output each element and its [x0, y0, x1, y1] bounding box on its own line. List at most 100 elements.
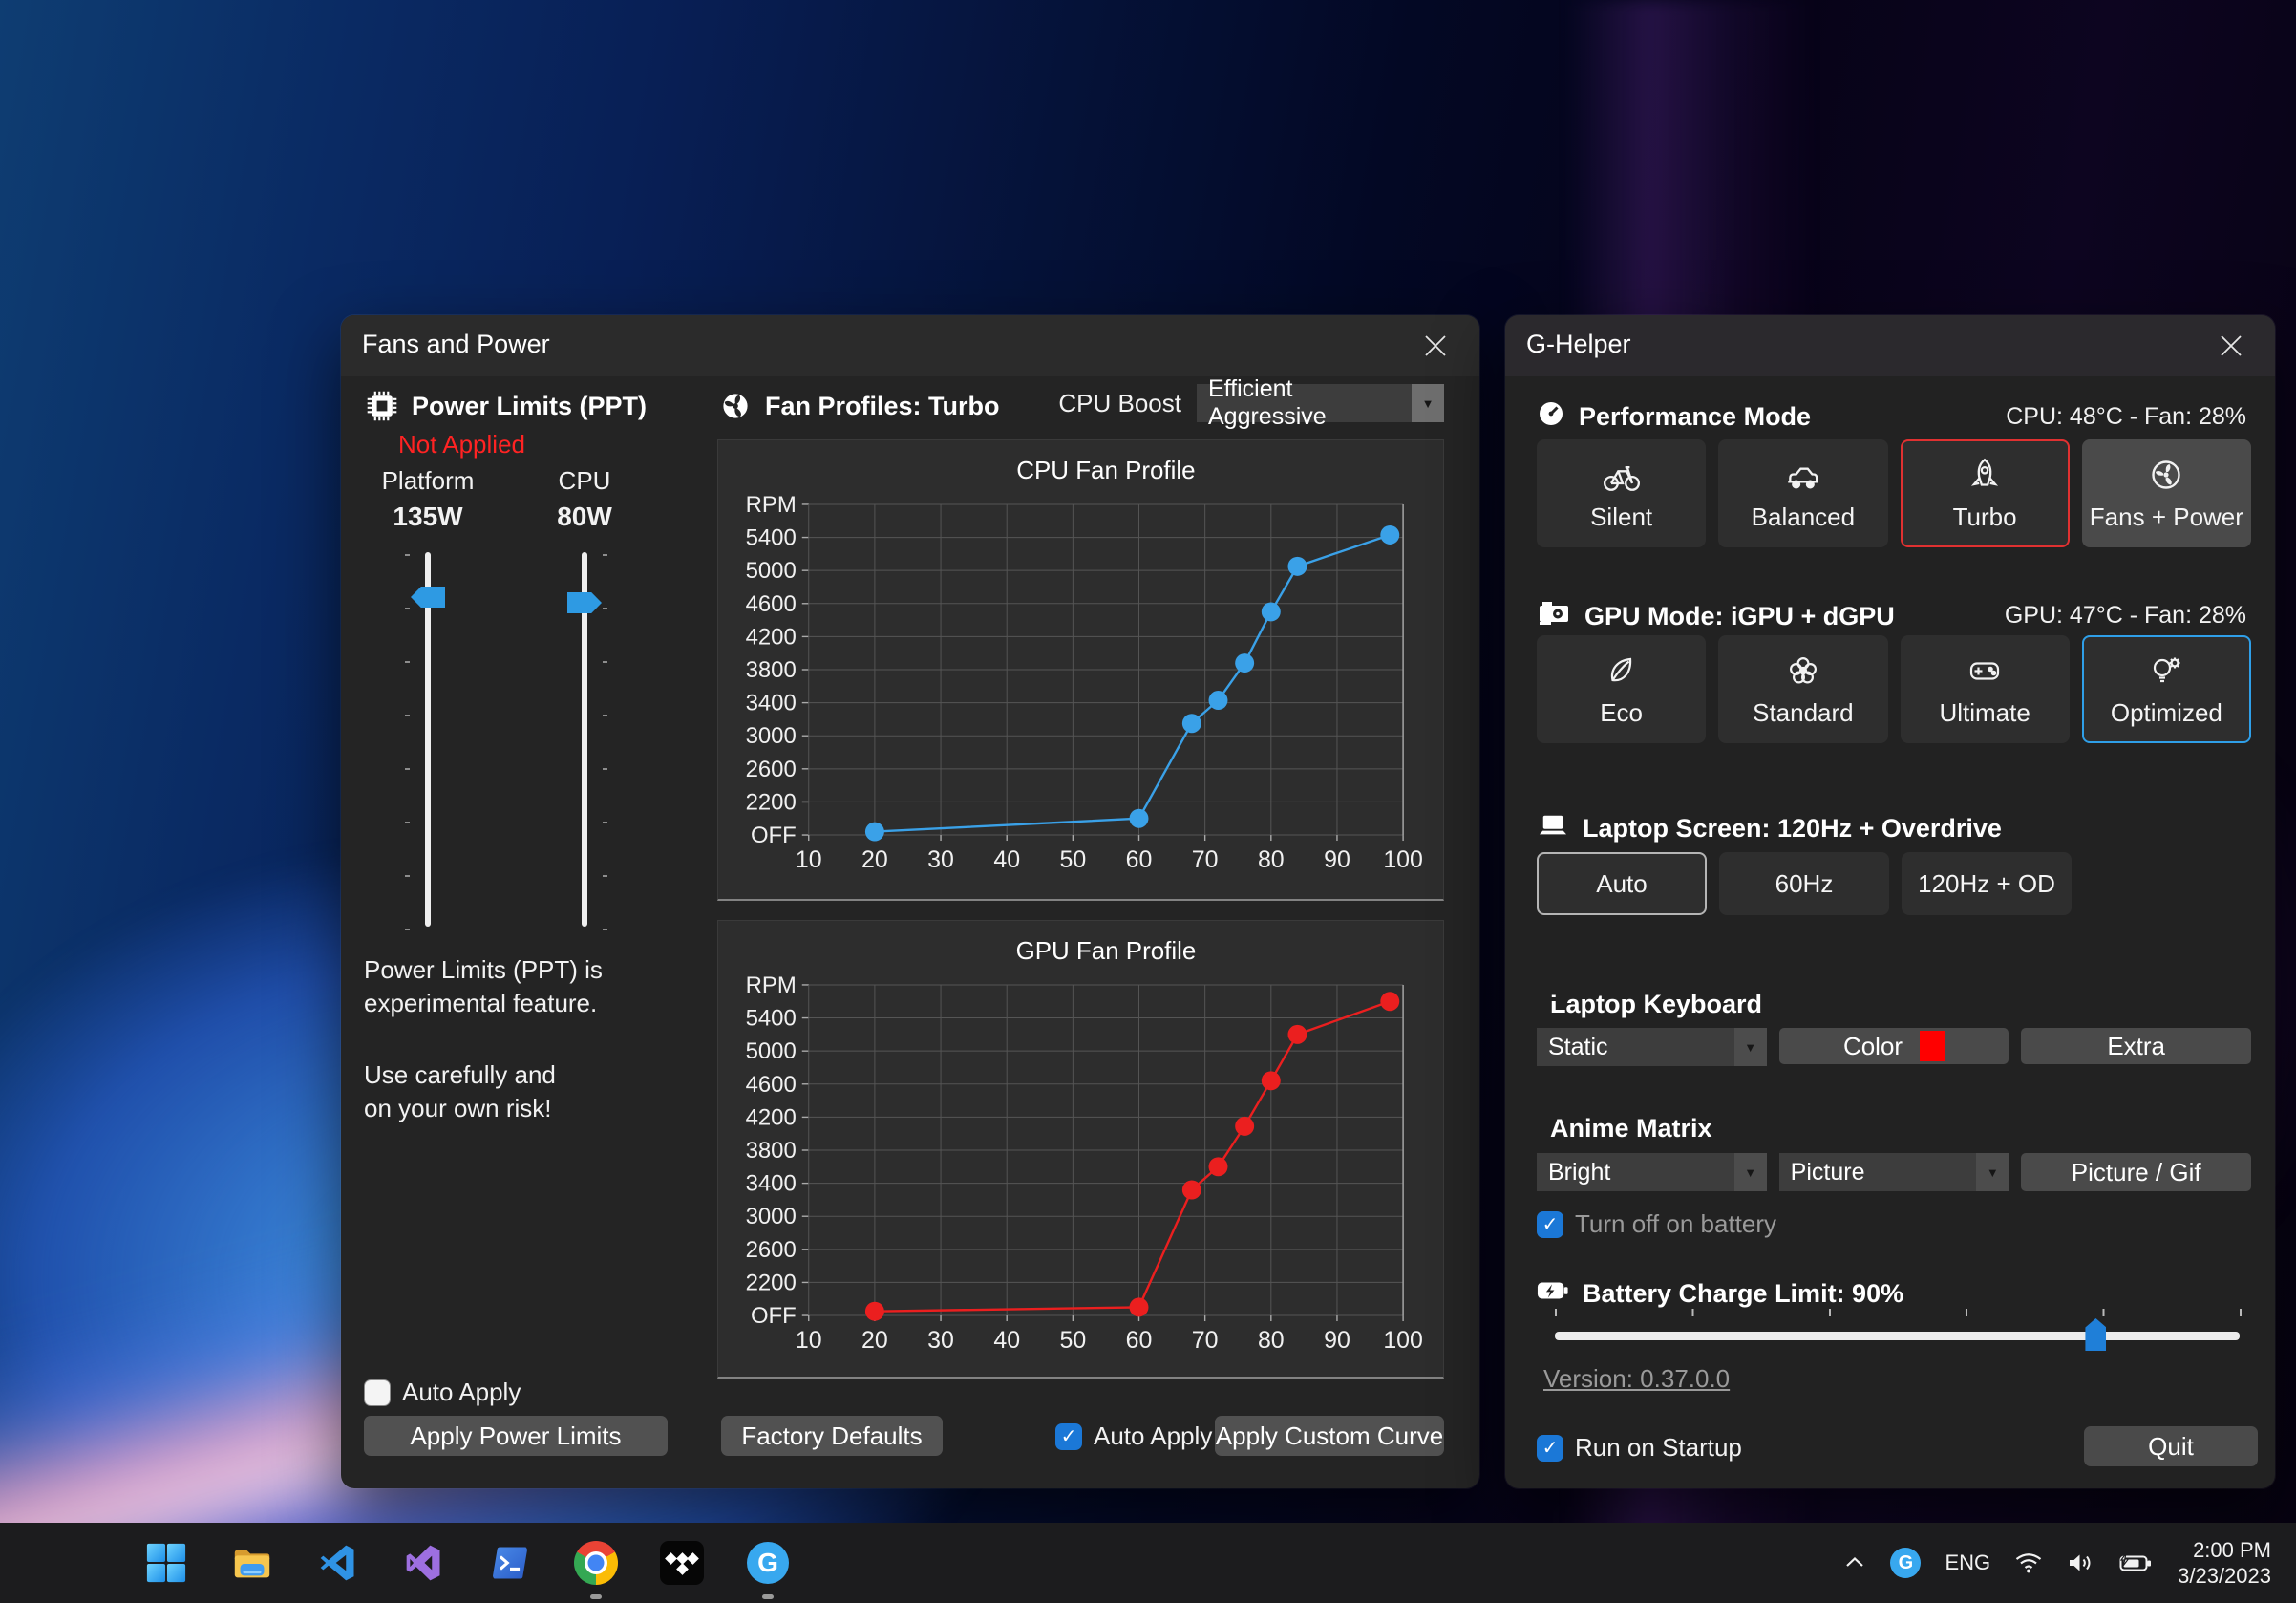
- power-limits-status: Not Applied: [398, 430, 525, 460]
- run-on-startup-row[interactable]: Run on Startup: [1537, 1433, 1742, 1463]
- speedometer-icon: [1537, 399, 1565, 435]
- color-swatch[interactable]: [1920, 1031, 1945, 1061]
- svg-text:30: 30: [927, 1327, 954, 1354]
- mode-turbo-button[interactable]: Turbo: [1901, 439, 2070, 547]
- gpu-mode-label: Eco: [1600, 698, 1643, 728]
- clock-date: 3/23/2023: [2178, 1563, 2271, 1589]
- gpu-optimized-button[interactable]: Optimized: [2082, 635, 2251, 743]
- mode-silent-button[interactable]: Silent: [1537, 439, 1706, 547]
- vscode-button[interactable]: [315, 1540, 361, 1586]
- slider-thumb[interactable]: [411, 587, 445, 608]
- platform-power-slider[interactable]: [399, 546, 457, 938]
- gpu-standard-button[interactable]: Standard: [1718, 635, 1887, 743]
- svg-text:40: 40: [993, 846, 1020, 873]
- mode-fans-power-button[interactable]: Fans + Power: [2082, 439, 2251, 547]
- chevron-up-icon[interactable]: [1843, 1553, 1866, 1572]
- tidal-button[interactable]: [659, 1540, 705, 1586]
- g-helper-taskbar-button[interactable]: G: [745, 1540, 791, 1586]
- gpu-ultimate-button[interactable]: Ultimate: [1901, 635, 2070, 743]
- svg-text:4200: 4200: [746, 624, 797, 650]
- leaf-icon: [1603, 651, 1641, 691]
- g-helper-tray-icon[interactable]: G: [1890, 1548, 1921, 1578]
- close-icon: [2219, 333, 2243, 358]
- run-on-startup-checkbox[interactable]: [1537, 1435, 1563, 1462]
- visual-studio-button[interactable]: [401, 1540, 447, 1586]
- svg-text:90: 90: [1324, 1327, 1350, 1354]
- laptop-screen-header: Laptop Screen: 120Hz + Overdrive: [1537, 812, 2002, 845]
- fans-window-title: Fans and Power: [362, 330, 550, 359]
- gpu-mode-label: Standard: [1753, 698, 1854, 728]
- svg-text:5400: 5400: [746, 1006, 797, 1032]
- battery-slider-track[interactable]: [1555, 1332, 2240, 1340]
- matrix-picture-gif-button[interactable]: Picture / Gif: [2021, 1153, 2251, 1191]
- curve-auto-apply-label: Auto Apply: [1094, 1421, 1212, 1451]
- svg-text:3000: 3000: [746, 1204, 797, 1229]
- chevron-down-icon[interactable]: ▼: [1976, 1153, 2009, 1191]
- laptop-icon: [1537, 812, 1569, 845]
- cpu-temp-status: CPU: 48°C - Fan: 28%: [2006, 403, 2246, 431]
- cpu-fan-chart-svg[interactable]: OFF220026003000340038004200460050005400R…: [718, 440, 1443, 899]
- keyboard-color-button[interactable]: Color: [1779, 1028, 2009, 1064]
- svg-text:40: 40: [993, 1327, 1020, 1354]
- quit-button[interactable]: Quit: [2084, 1426, 2258, 1466]
- cpu-power-slider[interactable]: [556, 546, 613, 938]
- version-link[interactable]: Version: 0.37.0.0: [1543, 1364, 1730, 1394]
- chevron-down-icon[interactable]: ▼: [1734, 1153, 1767, 1191]
- battery-slider-ticks: [1555, 1309, 2242, 1316]
- start-button[interactable]: [143, 1540, 189, 1586]
- chevron-down-icon[interactable]: ▼: [1734, 1028, 1767, 1066]
- keyboard-extra-button[interactable]: Extra: [2021, 1028, 2251, 1064]
- matrix-content-dropdown[interactable]: Picture ▼: [1779, 1153, 2009, 1191]
- matrix-brightness-dropdown[interactable]: Bright ▼: [1537, 1153, 1767, 1191]
- file-explorer-button[interactable]: [229, 1540, 275, 1586]
- speaker-icon[interactable]: [2067, 1551, 2094, 1574]
- keyboard-mode-value[interactable]: Static: [1537, 1028, 1734, 1066]
- svg-text:5000: 5000: [746, 558, 797, 584]
- matrix-brightness-value[interactable]: Bright: [1537, 1153, 1734, 1191]
- slider-track[interactable]: [425, 552, 431, 927]
- screen-auto-button[interactable]: Auto: [1537, 852, 1707, 915]
- windows-start-icon: [145, 1542, 187, 1584]
- gpu-fan-profile-chart[interactable]: OFF220026003000340038004200460050005400R…: [717, 920, 1444, 1379]
- g-helper-titlebar[interactable]: G-Helper: [1505, 315, 2275, 376]
- screen-options: Auto 60Hz 120Hz + OD: [1537, 852, 2251, 915]
- curve-auto-apply-checkbox[interactable]: [1055, 1423, 1082, 1450]
- battery-tray-icon[interactable]: [2117, 1551, 2154, 1574]
- power-limits-title: Power Limits (PPT): [412, 392, 647, 421]
- svg-text:3400: 3400: [746, 691, 797, 716]
- matrix-content-value[interactable]: Picture: [1779, 1153, 1977, 1191]
- battery-slider-thumb[interactable]: [2085, 1318, 2106, 1351]
- chrome-button[interactable]: [573, 1540, 619, 1586]
- taskbar-clock[interactable]: 2:00 PM 3/23/2023: [2178, 1537, 2271, 1589]
- cpu-fan-profile-chart[interactable]: OFF220026003000340038004200460050005400R…: [717, 439, 1444, 901]
- file-explorer-icon: [230, 1541, 274, 1585]
- svg-text:80: 80: [1258, 846, 1285, 873]
- power-auto-apply-row[interactable]: Auto Apply: [364, 1378, 521, 1407]
- cpu-boost-dropdown[interactable]: Efficient Aggressive ▼: [1197, 384, 1444, 422]
- power-auto-apply-checkbox[interactable]: [364, 1379, 391, 1406]
- apply-power-limits-button[interactable]: Apply Power Limits: [364, 1416, 668, 1456]
- cpu-boost-value[interactable]: Efficient Aggressive: [1197, 384, 1412, 422]
- screen-60hz-button[interactable]: 60Hz: [1719, 852, 1889, 915]
- language-indicator[interactable]: ENG: [1945, 1550, 1990, 1575]
- car-icon: [1783, 455, 1823, 495]
- terminal-button[interactable]: [487, 1540, 533, 1586]
- svg-text:RPM: RPM: [746, 972, 797, 998]
- gpu-fan-chart-svg[interactable]: OFF220026003000340038004200460050005400R…: [718, 921, 1443, 1377]
- slider-thumb[interactable]: [567, 592, 602, 613]
- platform-value: 135W: [356, 502, 500, 532]
- mode-balanced-button[interactable]: Balanced: [1718, 439, 1887, 547]
- curve-auto-apply-row[interactable]: Auto Apply: [1055, 1421, 1212, 1451]
- apply-custom-curve-button[interactable]: Apply Custom Curve: [1215, 1416, 1444, 1456]
- platform-limit: Platform 135W: [356, 466, 500, 532]
- matrix-battery-checkbox-row[interactable]: Turn off on battery: [1537, 1209, 1776, 1239]
- screen-120hz-od-button[interactable]: 120Hz + OD: [1902, 852, 2072, 915]
- wifi-icon[interactable]: [2014, 1551, 2043, 1574]
- svg-text:RPM: RPM: [746, 492, 797, 518]
- chevron-down-icon[interactable]: ▼: [1412, 384, 1444, 422]
- factory-defaults-button[interactable]: Factory Defaults: [721, 1416, 943, 1456]
- gpu-eco-button[interactable]: Eco: [1537, 635, 1706, 743]
- keyboard-mode-dropdown[interactable]: Static ▼: [1537, 1028, 1767, 1066]
- close-button[interactable]: [2206, 323, 2256, 369]
- turn-off-on-battery-checkbox[interactable]: [1537, 1211, 1563, 1238]
